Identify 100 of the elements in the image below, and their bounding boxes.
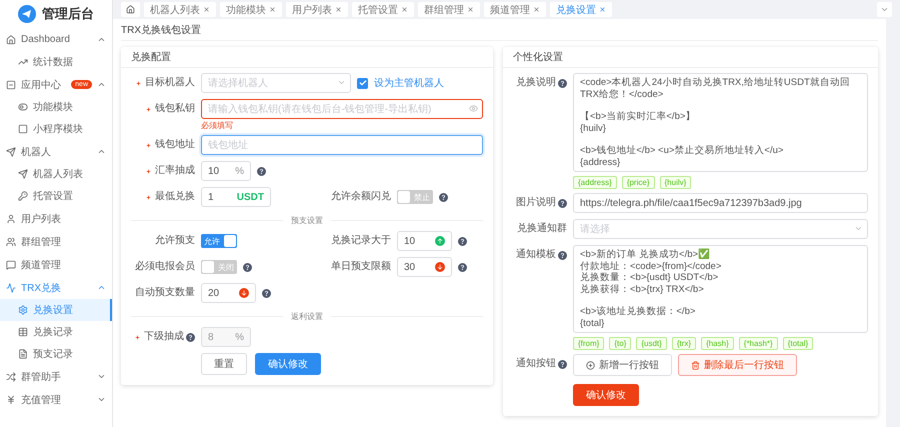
home-icon <box>6 34 16 44</box>
sidebar-subitem[interactable]: 托管设置 <box>0 185 112 207</box>
tab[interactable]: 托管设置 <box>352 2 414 17</box>
app-icon <box>6 80 16 90</box>
square-icon <box>18 124 28 134</box>
trend-icon <box>18 57 28 67</box>
arrow-down-icon[interactable] <box>239 288 249 298</box>
field-label: 单日预支限额 <box>330 260 392 274</box>
help-icon[interactable] <box>558 78 567 88</box>
close-icon[interactable] <box>467 6 474 13</box>
field-label: 图片说明 <box>513 193 573 213</box>
help-icon[interactable] <box>558 198 567 208</box>
reset-button[interactable]: 重置 <box>201 353 247 375</box>
field-label: 通知按钮 <box>513 354 573 374</box>
close-icon[interactable] <box>335 6 342 13</box>
template-field[interactable]: <b>新的订单 兑换成功</b>✅ 付款地址：<code>{from}</code> 兑换数量：<b>{usdt} USDT</b> 兑换获得：<b>{trx} TRX</b> <b>该地址兑换数据：</b> {total} <box>573 245 868 333</box>
number-field[interactable]: 30 <box>397 257 452 277</box>
page-title: TRX兑换钱包设置 <box>121 19 878 41</box>
error-message: 必须填写 <box>201 120 234 131</box>
tab[interactable]: 功能模块 <box>220 2 282 17</box>
chevron-up-icon <box>97 147 106 156</box>
field-label: 兑换说明 <box>513 73 573 93</box>
confirm-button[interactable]: 确认修改 <box>573 384 639 406</box>
tab[interactable]: 机器人列表 <box>144 2 216 17</box>
pulse-icon <box>6 282 16 292</box>
trash-icon <box>691 360 700 370</box>
field-label: 通知模板 <box>513 245 573 265</box>
logo-icon <box>18 5 36 23</box>
close-icon[interactable] <box>599 6 606 13</box>
sidebar-subitem[interactable]: 兑换记录 <box>0 321 112 343</box>
field-label: 兑换记录大于 <box>330 234 392 248</box>
help-icon[interactable] <box>558 250 567 260</box>
field-label: 必须电报会员 <box>134 260 196 274</box>
sidebar-item[interactable]: 群管助手 <box>0 365 112 388</box>
toggle-switch[interactable]: 允许 <box>201 234 237 248</box>
robot-select[interactable]: 请选择机器人 <box>201 73 351 93</box>
chevron-down-icon <box>854 224 863 233</box>
sidebar-subitem[interactable]: 兑换设置 <box>0 299 112 321</box>
section-divider-label: 返利设置 <box>291 310 323 322</box>
tab[interactable]: 用户列表 <box>286 2 348 17</box>
sidebar-subitem[interactable]: 预支记录 <box>0 343 112 365</box>
section-divider-label: 预支设置 <box>291 214 323 226</box>
number-field[interactable]: 10 % <box>201 161 251 181</box>
sidebar-subitem[interactable]: 统计数据 <box>0 51 112 73</box>
help-icon[interactable] <box>439 192 448 202</box>
home-tab[interactable] <box>121 2 140 17</box>
help-icon[interactable] <box>262 288 271 298</box>
field-label: 最低兑换 <box>131 187 201 207</box>
field-label: 钱包地址 <box>131 135 201 155</box>
field-label: 下级抽成 <box>131 327 201 347</box>
add-row-button[interactable]: 新增一行按钮 <box>573 354 672 376</box>
sidebar-item[interactable]: 机器人 <box>0 140 112 163</box>
sidebar-item[interactable]: 群组管理 <box>0 230 112 253</box>
sidebar-item[interactable]: 频道管理 <box>0 253 112 276</box>
chevron-up-icon <box>97 283 106 292</box>
help-icon[interactable] <box>558 360 567 368</box>
sidebar-subitem[interactable]: 机器人列表 <box>0 163 112 185</box>
help-icon[interactable] <box>257 166 266 176</box>
sidebar-item[interactable]: TRX兑换 <box>0 276 112 299</box>
sidebar-subitem[interactable]: 功能模块 <box>0 96 112 118</box>
text-field[interactable]: 钱包地址 <box>201 135 483 155</box>
sidebar-subitem[interactable]: 小程序模块 <box>0 118 112 140</box>
users-icon <box>6 236 16 246</box>
arrow-down-icon[interactable] <box>435 262 445 272</box>
template-field[interactable]: <code>本机器人24小时自动兑换TRX,给地址转USDT就自动回TRX给您！</code> 【<b>当前实时汇率</b>】 {huilv} <b>钱包地址</b> <u>禁止交易所地址转入</u> {address} <box>573 73 868 172</box>
close-icon[interactable] <box>533 6 540 13</box>
tab[interactable]: 兑换设置 <box>550 2 612 17</box>
arrow-up-icon[interactable] <box>435 236 445 246</box>
help-icon[interactable] <box>458 262 467 272</box>
paper-plane-icon <box>18 169 28 179</box>
confirm-button[interactable]: 确认修改 <box>255 353 321 375</box>
tab[interactable]: 频道管理 <box>484 2 546 17</box>
sidebar-item[interactable]: 充值管理 <box>0 388 112 411</box>
close-icon[interactable] <box>269 6 276 13</box>
tab[interactable]: 群组管理 <box>418 2 480 17</box>
field-label: 钱包私钥 <box>131 99 201 119</box>
group-select[interactable]: 请选择 <box>573 219 868 239</box>
plus-icon <box>586 360 595 370</box>
key-icon <box>18 191 28 201</box>
chevron-down-icon <box>97 372 106 381</box>
text-field[interactable]: 请输入钱包私钥(请在钱包后台-钱包管理-导出私钥) <box>201 99 483 119</box>
close-icon[interactable] <box>203 6 210 13</box>
number-field[interactable]: 10 <box>397 231 452 251</box>
app-title: 管理后台 <box>42 5 94 23</box>
chevron-up-icon <box>97 35 106 44</box>
close-icon[interactable] <box>401 6 408 13</box>
text-field[interactable]: https://telegra.ph/file/caa1f5ec9a712397b3ad9.jpg <box>573 193 868 213</box>
help-icon[interactable] <box>458 236 467 246</box>
number-field[interactable]: 1 USDT <box>201 187 271 207</box>
document-icon <box>18 349 28 359</box>
field-label: 兑换通知群 <box>516 222 568 236</box>
checkbox[interactable] <box>357 78 368 88</box>
sidebar-item[interactable]: Dashboard <box>0 28 112 51</box>
number-field[interactable]: 20 <box>201 283 256 303</box>
home-icon <box>126 5 135 14</box>
help-icon[interactable] <box>243 262 252 272</box>
delete-row-button[interactable]: 删除最后一行按钮 <box>678 354 797 376</box>
checkbox-label[interactable]: 设为主管机器人 <box>374 76 444 90</box>
user-icon <box>6 214 16 224</box>
sidebar-item[interactable]: 用户列表 <box>0 207 112 230</box>
